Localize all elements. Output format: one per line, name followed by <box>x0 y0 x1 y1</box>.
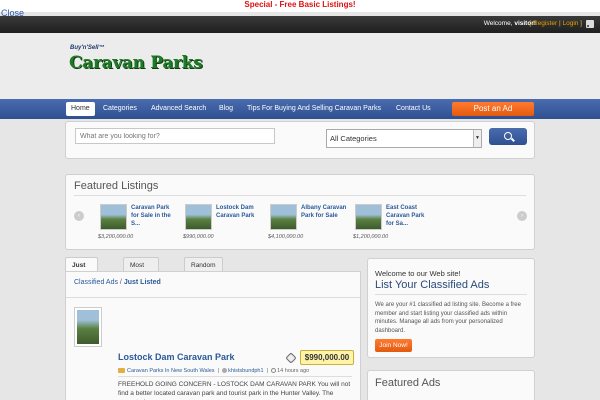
auth-links: [ Register | Login ] <box>529 20 582 27</box>
login-link[interactable]: Login <box>562 20 578 27</box>
listing-category[interactable]: Caravan Parks In New South Wales <box>127 368 215 374</box>
listing-time: 14 hours ago <box>277 368 310 374</box>
top-bar: Welcome, visitor! [ Register | Login ] <box>0 16 600 33</box>
promo-banner: Special - Free Basic Listings! <box>0 0 600 12</box>
nav-advanced-search[interactable]: Advanced Search <box>146 102 211 116</box>
breadcrumb-current: Just Listed <box>123 279 161 286</box>
welcome-prefix: Welcome, <box>483 20 513 27</box>
nav-contact[interactable]: Contact Us <box>391 102 436 116</box>
search-input[interactable] <box>75 128 275 144</box>
listing-thumbnail[interactable] <box>100 204 127 230</box>
listing-author[interactable]: khistsbundph1 <box>228 368 263 374</box>
logo-tagline: Buy'n'Sell™ <box>70 45 105 51</box>
site-logo[interactable]: Caravan Parks <box>69 53 203 73</box>
listing-thumbnail[interactable] <box>270 204 297 230</box>
featured-item-name[interactable]: Lostock Dam Caravan Park <box>216 204 264 220</box>
site-header: Buy'n'Sell™ Caravan Parks <box>0 33 600 99</box>
category-select[interactable]: All Categories ▼ <box>326 129 482 148</box>
tab-most-popular[interactable]: Most Popular <box>123 257 160 284</box>
nav-blog[interactable]: Blog <box>214 102 238 116</box>
price-badge: $990,000.00 <box>300 350 354 365</box>
featured-ads-title: Featured Ads <box>375 377 441 389</box>
category-select-value: All Categories <box>330 134 377 143</box>
featured-title: Featured Listings <box>74 180 159 192</box>
rss-icon[interactable] <box>586 20 594 28</box>
tab-random[interactable]: Random <box>184 257 223 272</box>
tab-just-listed[interactable]: Just Listed <box>65 257 99 284</box>
divider <box>66 297 360 298</box>
welcome-headline: List Your Classified Ads <box>375 279 490 291</box>
featured-item[interactable]: Caravan Park for Sale in the S... $3,200… <box>98 204 180 244</box>
search-button[interactable] <box>489 128 527 145</box>
clock-icon <box>271 368 277 374</box>
breadcrumb-root[interactable]: Classified Ads <box>74 279 118 286</box>
divider <box>74 195 526 196</box>
nav-categories[interactable]: Categories <box>98 102 142 116</box>
featured-item-price: $3,200,000.00 <box>98 234 134 240</box>
featured-item-price: $4,100,000.00 <box>268 234 304 240</box>
featured-item-price: $990,000.00 <box>183 234 214 240</box>
listing-thumbnail[interactable] <box>185 204 212 230</box>
featured-item[interactable]: Lostock Dam Caravan Park $990,000.00 <box>183 204 265 244</box>
user-icon <box>222 368 228 374</box>
breadcrumb-separator: / <box>119 279 122 286</box>
featured-item-name[interactable]: Caravan Park for Sale in the S... <box>131 204 179 228</box>
featured-item-name[interactable]: East Coast Caravan Park for Sa... <box>386 204 434 228</box>
featured-item-name[interactable]: Albany Caravan Park for Sale <box>301 204 349 220</box>
welcome-box: Welcome to our Web site! List Your Class… <box>367 258 535 358</box>
featured-item-price: $1,200,000.00 <box>353 234 389 240</box>
join-button[interactable]: Join Now! <box>375 339 412 352</box>
search-panel: All Categories ▼ <box>65 121 535 159</box>
breadcrumb: Classified Ads / Just Listed <box>74 279 161 286</box>
listing-meta: Caravan Parks In New South Wales | khist… <box>118 368 309 374</box>
chevron-down-icon: ▼ <box>473 130 481 147</box>
nav-home[interactable]: Home <box>66 102 95 116</box>
register-link[interactable]: Register <box>533 20 557 27</box>
chevron-left-icon[interactable]: ‹ <box>74 211 84 221</box>
folder-icon <box>118 368 125 374</box>
featured-ads-box: Featured Ads <box>367 370 535 400</box>
featured-listings: Featured Listings ‹ › Caravan Park for S… <box>65 174 535 250</box>
main-nav: Home Categories Advanced Search Blog Tip… <box>0 99 600 119</box>
welcome-title: Welcome to our Web site! <box>375 269 461 278</box>
listing-description: FREEHOLD GOING CONCERN - LOSTOCK DAM CAR… <box>118 381 351 400</box>
welcome-message: Welcome, visitor! <box>484 20 536 27</box>
divider <box>375 294 527 295</box>
welcome-text: We are your #1 classified ad listing sit… <box>375 302 521 334</box>
listing-title[interactable]: Lostock Dam Caravan Park <box>118 352 235 362</box>
promo-text: Special - Free Basic Listings! <box>244 0 356 9</box>
listing-thumbnail[interactable] <box>355 204 382 230</box>
post-ad-button[interactable]: Post an Ad <box>452 102 534 116</box>
featured-item[interactable]: Albany Caravan Park for Sale $4,100,000.… <box>268 204 350 244</box>
price-tag-icon <box>285 352 297 364</box>
featured-item[interactable]: East Coast Caravan Park for Sa... $1,200… <box>353 204 435 244</box>
chevron-right-icon[interactable]: › <box>517 211 527 221</box>
divider <box>118 376 352 377</box>
nav-tips[interactable]: Tips For Buying And Selling Caravan Park… <box>242 102 386 116</box>
listing-image[interactable] <box>74 307 102 347</box>
listing-panel: Classified Ads / Just Listed Lostock Dam… <box>65 271 361 400</box>
